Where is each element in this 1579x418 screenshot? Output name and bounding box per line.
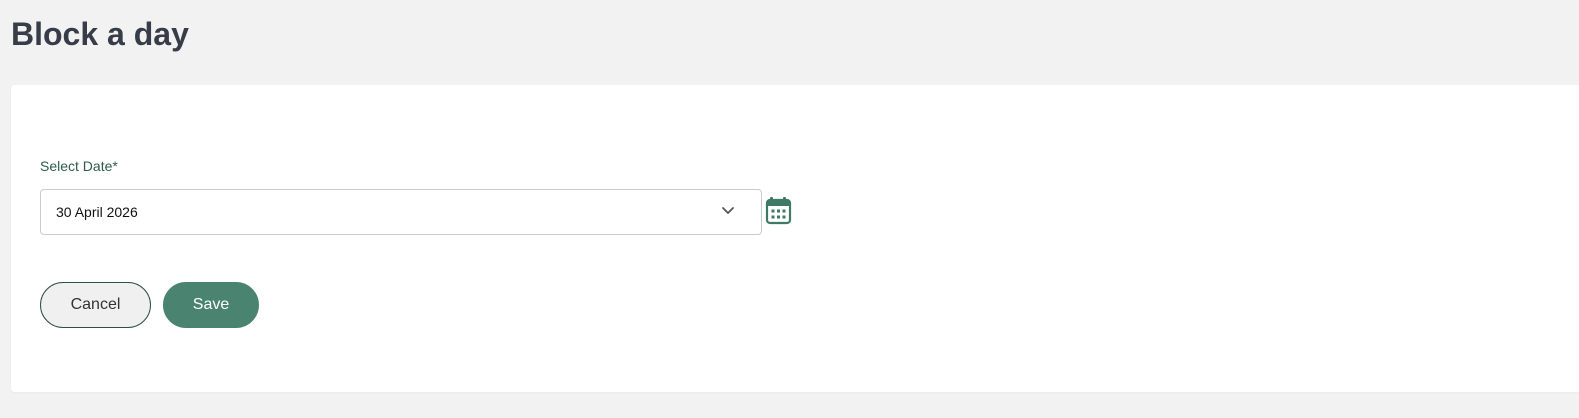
select-date-label: Select Date* bbox=[40, 158, 118, 174]
date-select-dropdown[interactable]: 30 April 2026 bbox=[40, 189, 762, 235]
chevron-down-icon bbox=[720, 203, 736, 219]
selected-date-value: 30 April 2026 bbox=[56, 204, 138, 220]
cancel-button[interactable]: Cancel bbox=[40, 282, 151, 328]
calendar-icon[interactable] bbox=[765, 196, 793, 226]
page-title: Block a day bbox=[11, 16, 189, 52]
save-button[interactable]: Save bbox=[163, 282, 259, 328]
block-day-form-card: Select Date* 30 April 2026 Cancel Save bbox=[11, 85, 1579, 392]
